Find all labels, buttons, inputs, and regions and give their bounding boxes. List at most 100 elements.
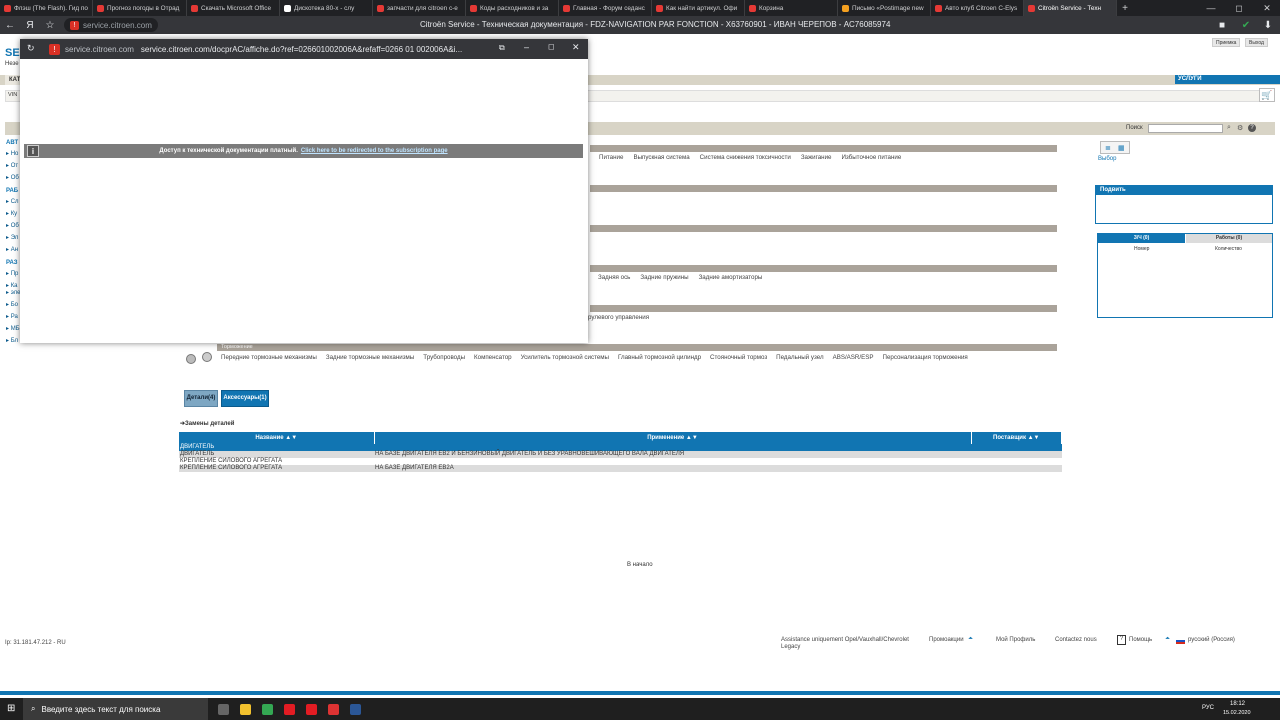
table-row[interactable]: КРЕПЛЕНИЕ СИЛОВОГО АГРЕГАТА — [179, 458, 1062, 465]
table-row[interactable]: КРЕПЛЕНИЕ СИЛОВОГО АГРЕГАТА НА БАЗЕ ДВИГА… — [179, 465, 1062, 472]
subscription-link[interactable]: Click here to be redirected to the subsc… — [301, 148, 448, 154]
browser-tab[interactable]: Главная - Форум седанс — [559, 0, 652, 16]
brakes-menu-item[interactable]: Персонализация торможения — [883, 354, 968, 361]
help-icon[interactable]: ? — [1248, 124, 1256, 132]
browser-tab[interactable]: Прогноз погоды в Отрад — [93, 0, 187, 16]
nav-link[interactable]: ▸ От — [6, 162, 18, 169]
browser-tab[interactable]: Дискотека 80-х - слу — [280, 0, 373, 16]
protect-icon[interactable]: ✔ — [1236, 20, 1256, 31]
yandex-icon[interactable] — [300, 698, 322, 720]
cart-icon[interactable]: 🛒 — [1259, 88, 1275, 102]
help-link[interactable]: Помощь — [1129, 637, 1152, 643]
menu-item[interactable]: рулевого управления — [588, 314, 649, 321]
minimize-icon[interactable]: — — [1200, 0, 1222, 16]
nav-link[interactable]: ▸ Об — [6, 174, 19, 181]
brakes-menu-item[interactable]: Педальный узел — [776, 354, 823, 361]
col-application[interactable]: Применение ▲▼ — [374, 432, 972, 444]
nav-link[interactable]: ▸ Пр — [6, 270, 18, 277]
explorer-icon[interactable] — [234, 698, 256, 720]
filter-icon[interactable]: ⚙ — [1237, 124, 1243, 132]
brakes-menu-item[interactable]: Главный тормозной цилиндр — [618, 354, 701, 361]
new-tab-button[interactable]: + — [1117, 3, 1133, 14]
menu-item[interactable]: Задняя ось — [598, 274, 630, 281]
table-row[interactable]: ДВИГАТЕЛЬ НА БАЗЕ ДВИГАТЕЛЯ EB2 И БЕНЗИНО… — [179, 451, 1062, 458]
brakes-menu-item[interactable]: Компенсатор — [474, 354, 512, 361]
browser-tab[interactable]: Письмо «Postimage new — [838, 0, 931, 16]
to-top-link[interactable]: В начало — [627, 562, 653, 568]
browser-tab[interactable]: Коды расходников и за — [466, 0, 559, 16]
col-name[interactable]: Название ▲▼ — [179, 432, 375, 444]
chrome-icon[interactable] — [256, 698, 278, 720]
menu-item[interactable]: Выпускная система — [633, 154, 689, 161]
taskbar-search[interactable]: ⌕ Введите здесь текст для поиска — [23, 698, 208, 720]
browser-tab[interactable]: Авто клуб Citroen C-Elys — [931, 0, 1024, 16]
nav-link[interactable]: ▸ МБ — [6, 325, 20, 332]
nav-link[interactable]: ▸ Эл — [6, 234, 18, 241]
clock-time[interactable]: 18:12 — [1230, 701, 1245, 707]
close-window-icon[interactable]: ✕ — [1256, 0, 1278, 16]
word-icon[interactable] — [344, 698, 366, 720]
nav-link[interactable]: ▸ Бо — [6, 301, 18, 308]
browser-tab[interactable]: Флэш (The Flash). Гид по — [0, 0, 93, 16]
brakes-menu-item[interactable]: ABS/ASR/ESP — [833, 354, 874, 361]
download-icon[interactable]: ⬇ — [1258, 20, 1278, 31]
brakes-menu-item[interactable]: Задние тормозные механизмы — [326, 354, 414, 361]
browser-tab[interactable]: запчасти для citroen c-e — [373, 0, 466, 16]
opera-icon[interactable] — [278, 698, 300, 720]
brakes-menu-item[interactable]: Стояночный тормоз — [710, 354, 767, 361]
app-x-icon[interactable] — [322, 698, 344, 720]
menu-item[interactable]: Задние амортизаторы — [699, 274, 763, 281]
task-view-icon[interactable] — [212, 698, 234, 720]
services-tab[interactable]: УСЛУГИ — [1175, 75, 1280, 84]
menu-item[interactable]: Система снижения токсичности — [700, 154, 791, 161]
browser-tab[interactable]: Как найти артикул. Офи — [652, 0, 745, 16]
logout-button[interactable]: Выход — [1245, 38, 1268, 47]
list-view-icon[interactable]: ≣ — [1105, 144, 1111, 152]
reception-button[interactable]: Приемка — [1212, 38, 1241, 47]
nav-link[interactable]: ▸ Об — [6, 222, 19, 229]
tab-parts[interactable]: З/Ч (0) — [1098, 234, 1185, 243]
back-icon[interactable]: ← — [0, 20, 20, 31]
menu-item[interactable]: Питание — [599, 154, 623, 161]
url-field[interactable]: ! service.citroen.com — [64, 18, 158, 32]
nav-link[interactable]: ▸ Сл — [6, 198, 19, 205]
maximize-icon[interactable]: ◻ — [1228, 0, 1250, 16]
language-select[interactable]: русский (Россия) — [1188, 637, 1235, 643]
yandex-icon[interactable]: Я — [20, 20, 40, 31]
clock-date[interactable]: 15.02.2020 — [1223, 710, 1251, 716]
search-icon[interactable]: ⌕ — [1227, 124, 1231, 132]
close-icon[interactable]: ✕ — [572, 42, 580, 53]
nav-link[interactable]: ▸ Ка — [6, 282, 18, 289]
maximize-icon[interactable]: ◻ — [548, 42, 555, 51]
browser-tab[interactable]: Citroën Service - Техн — [1024, 0, 1117, 16]
select-link[interactable]: Выбор — [1098, 156, 1116, 162]
assistance-link[interactable]: Assistance uniquement Opel/Vauxhall/Chev… — [781, 637, 911, 651]
menu-item[interactable]: Избыточное питание — [841, 154, 901, 161]
nav-link[interactable]: ▸ Но — [6, 150, 18, 157]
nav-link[interactable]: ▸ Ра — [6, 313, 18, 320]
tab-details[interactable]: Детали(4) — [184, 390, 218, 407]
menu-item[interactable]: Задние пружины — [640, 274, 688, 281]
browser-tab[interactable]: Корзина — [745, 0, 838, 16]
nav-link[interactable]: ▸ эле — [6, 289, 20, 296]
cast-icon[interactable]: ⧉ — [499, 43, 505, 53]
browser-tab[interactable]: Скачать Microsoft Office — [187, 0, 280, 16]
input-language[interactable]: РУС — [1202, 705, 1214, 711]
windows-start-icon[interactable]: ⊞ — [7, 703, 15, 714]
brakes-menu-item[interactable]: Усилитель тормозной системы — [521, 354, 609, 361]
nav-link[interactable]: ▸ Ку — [6, 210, 17, 217]
view-toggle[interactable]: ≣ ▦ — [1100, 141, 1130, 154]
search-input[interactable] — [1148, 124, 1223, 133]
reload-icon[interactable]: ↻ — [27, 43, 35, 54]
grid-view-icon[interactable]: ▦ — [1118, 144, 1125, 152]
promos-link[interactable]: Промоакции — [929, 637, 964, 643]
table-row[interactable]: ДВИГАТЕЛЬ — [179, 444, 1062, 451]
col-supplier[interactable]: Поставщик ▲▼ — [971, 432, 1062, 444]
minimize-icon[interactable]: – — [524, 42, 529, 52]
profile-link[interactable]: Мой Профиль — [996, 637, 1035, 643]
tab-works[interactable]: Работы (0) — [1186, 234, 1272, 243]
menu-item[interactable]: Зажигание — [801, 154, 832, 161]
tab-accessories[interactable]: Аксессуары(1) — [221, 390, 269, 407]
bookmark-icon[interactable]: ■ — [1212, 20, 1232, 31]
nav-link[interactable]: ▸ Ан — [6, 246, 18, 253]
